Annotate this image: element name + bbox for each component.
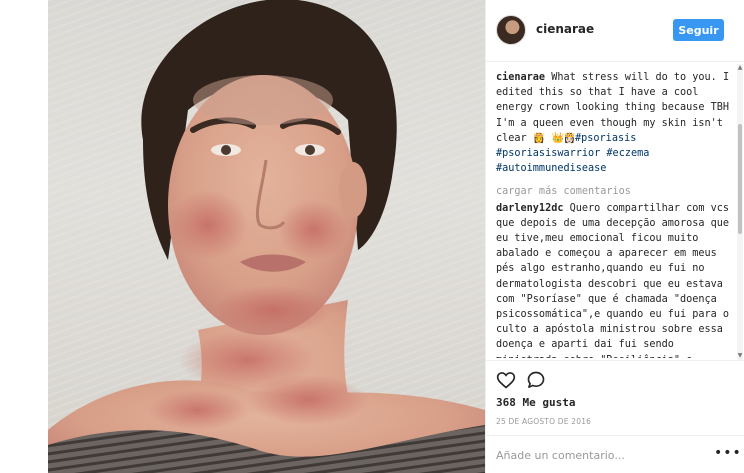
caption: cienarae What stress will do to you. I e… [496, 70, 732, 176]
load-more-comments-link[interactable]: cargar más comentarios [496, 184, 732, 199]
post-photo[interactable] [48, 0, 485, 473]
likes-count[interactable]: 368 Me gusta [496, 396, 575, 409]
hashtag-autoimmunedisease[interactable]: #autoimmunedisease [496, 163, 606, 174]
more-options-icon[interactable]: ••• [714, 446, 741, 462]
comments-list: cienarae What stress will do to you. I e… [496, 70, 732, 358]
comment-icon[interactable] [526, 370, 546, 390]
scroll-thumb[interactable] [738, 124, 742, 234]
scroll-up-arrow-icon[interactable]: ▲ [737, 64, 743, 72]
caption-emoji-row: 👑👸🏻 [551, 132, 576, 144]
scroll-down-arrow-icon[interactable]: ▼ [737, 352, 743, 360]
hashtag-psoriasis[interactable]: #psoriasis [575, 133, 636, 144]
caption-username[interactable]: cienarae [496, 72, 545, 83]
avatar[interactable] [496, 15, 526, 45]
hashtag-eczema[interactable]: #eczema [606, 148, 649, 159]
add-comment-input[interactable] [496, 446, 696, 464]
post-header: cienarae Seguir [486, 0, 744, 62]
caption-emoji: 👸 [532, 132, 546, 144]
post-photo-illustration [48, 0, 485, 473]
comments-scrollbar[interactable]: ▲ ▼ [737, 64, 743, 360]
post-sidebar: cienarae Seguir cienarae What stress wil… [485, 0, 744, 473]
comment-text: Quero compartilhar com vcs que depois de… [496, 202, 730, 358]
post-actions: 368 Me gusta 25 DE AGOSTO DE 2016 ••• [486, 360, 744, 473]
post-date: 25 DE AGOSTO DE 2016 [496, 417, 592, 426]
comment-username[interactable]: darleny12dc [496, 203, 563, 214]
follow-button[interactable]: Seguir [673, 19, 724, 41]
comment-item: darleny12dc Quero compartilhar com vcs q… [496, 201, 732, 358]
add-comment-bar: ••• [486, 435, 744, 473]
header-username[interactable]: cienarae [536, 22, 594, 36]
hashtag-psoriasiswarrior[interactable]: #psoriasiswarrior [496, 148, 600, 159]
heart-icon[interactable] [496, 370, 516, 390]
